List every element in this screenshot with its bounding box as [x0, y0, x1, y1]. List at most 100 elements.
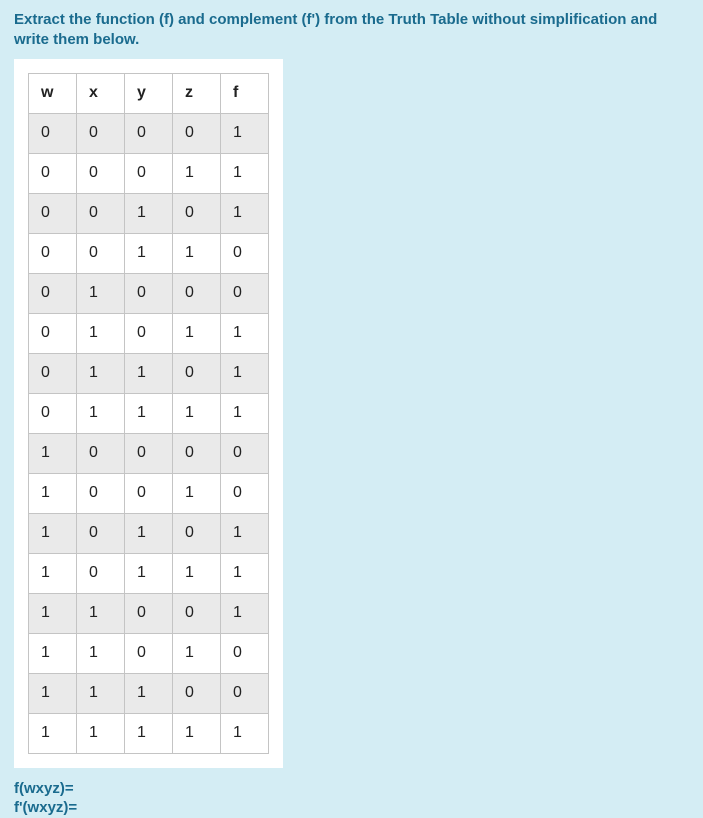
table-row: 1 0 1 0 1	[29, 513, 269, 553]
table-row: 0 0 1 0 1	[29, 193, 269, 233]
instruction-text: Extract the function (f) and complement …	[14, 10, 689, 51]
table-row: 1 0 0 0 0	[29, 433, 269, 473]
cell: 0	[125, 593, 173, 633]
cell: 1	[221, 713, 269, 753]
cell: 0	[77, 193, 125, 233]
cell: 1	[29, 473, 77, 513]
cell: 0	[29, 313, 77, 353]
header-y: y	[125, 73, 173, 113]
cell: 0	[77, 473, 125, 513]
cell: 1	[173, 553, 221, 593]
cell: 0	[29, 113, 77, 153]
cell: 0	[77, 113, 125, 153]
cell: 1	[125, 193, 173, 233]
cell: 0	[77, 513, 125, 553]
cell: 1	[221, 113, 269, 153]
cell: 1	[221, 193, 269, 233]
cell: 1	[173, 313, 221, 353]
table-row: 0 1 1 0 1	[29, 353, 269, 393]
table-row: 0 1 1 1 1	[29, 393, 269, 433]
cell: 0	[173, 593, 221, 633]
cell: 1	[29, 673, 77, 713]
cell: 0	[125, 153, 173, 193]
cell: 0	[29, 193, 77, 233]
cell: 0	[221, 673, 269, 713]
cell: 0	[173, 193, 221, 233]
cell: 0	[77, 233, 125, 273]
cell: 0	[77, 433, 125, 473]
cell: 1	[77, 273, 125, 313]
cell: 0	[125, 313, 173, 353]
cell: 0	[173, 353, 221, 393]
cell: 1	[29, 633, 77, 673]
header-w: w	[29, 73, 77, 113]
header-x: x	[77, 73, 125, 113]
table-row: 0 0 0 1 1	[29, 153, 269, 193]
cell: 1	[29, 593, 77, 633]
cell: 0	[221, 473, 269, 513]
cell: 0	[221, 633, 269, 673]
truth-table: w x y z f 0 0 0 0 1 0 0 0 1 1	[28, 73, 269, 754]
cell: 1	[77, 713, 125, 753]
cell: 0	[125, 473, 173, 513]
cell: 1	[29, 553, 77, 593]
cell: 1	[221, 153, 269, 193]
cell: 1	[125, 393, 173, 433]
table-row: 1 1 0 1 0	[29, 633, 269, 673]
cell: 0	[77, 553, 125, 593]
cell: 1	[29, 513, 77, 553]
table-row: 1 1 1 0 0	[29, 673, 269, 713]
cell: 1	[29, 433, 77, 473]
cell: 1	[77, 673, 125, 713]
cell: 0	[125, 433, 173, 473]
cell: 0	[29, 273, 77, 313]
table-row: 0 0 0 0 1	[29, 113, 269, 153]
cell: 0	[125, 273, 173, 313]
cell: 0	[125, 113, 173, 153]
cell: 0	[29, 153, 77, 193]
cell: 1	[173, 153, 221, 193]
cell: 0	[221, 233, 269, 273]
cell: 1	[125, 553, 173, 593]
table-row: 0 1 0 1 1	[29, 313, 269, 353]
table-row: 0 0 1 1 0	[29, 233, 269, 273]
cell: 1	[125, 233, 173, 273]
table-header-row: w x y z f	[29, 73, 269, 113]
cell: 1	[173, 393, 221, 433]
fprime-answer-label: f'(wxyz)=	[14, 798, 689, 818]
cell: 1	[173, 233, 221, 273]
cell: 0	[173, 513, 221, 553]
cell: 1	[221, 553, 269, 593]
cell: 0	[77, 153, 125, 193]
truth-table-body: 0 0 0 0 1 0 0 0 1 1 0 0 1 0 1 0	[29, 113, 269, 753]
cell: 1	[125, 713, 173, 753]
cell: 1	[77, 633, 125, 673]
table-row: 1 1 1 1 1	[29, 713, 269, 753]
cell: 1	[221, 393, 269, 433]
cell: 1	[221, 353, 269, 393]
cell: 1	[77, 313, 125, 353]
cell: 0	[29, 393, 77, 433]
cell: 0	[221, 433, 269, 473]
cell: 1	[125, 513, 173, 553]
cell: 0	[29, 233, 77, 273]
table-row: 1 1 0 0 1	[29, 593, 269, 633]
cell: 1	[173, 633, 221, 673]
cell: 1	[125, 673, 173, 713]
header-z: z	[173, 73, 221, 113]
truth-table-wrapper: w x y z f 0 0 0 0 1 0 0 0 1 1	[14, 59, 283, 768]
cell: 1	[29, 713, 77, 753]
cell: 1	[125, 353, 173, 393]
cell: 1	[77, 593, 125, 633]
cell: 0	[125, 633, 173, 673]
header-f: f	[221, 73, 269, 113]
cell: 1	[173, 473, 221, 513]
cell: 1	[221, 513, 269, 553]
cell: 1	[77, 393, 125, 433]
cell: 0	[173, 113, 221, 153]
cell: 1	[77, 353, 125, 393]
cell: 1	[221, 593, 269, 633]
cell: 0	[221, 273, 269, 313]
cell: 0	[29, 353, 77, 393]
table-row: 1 0 1 1 1	[29, 553, 269, 593]
